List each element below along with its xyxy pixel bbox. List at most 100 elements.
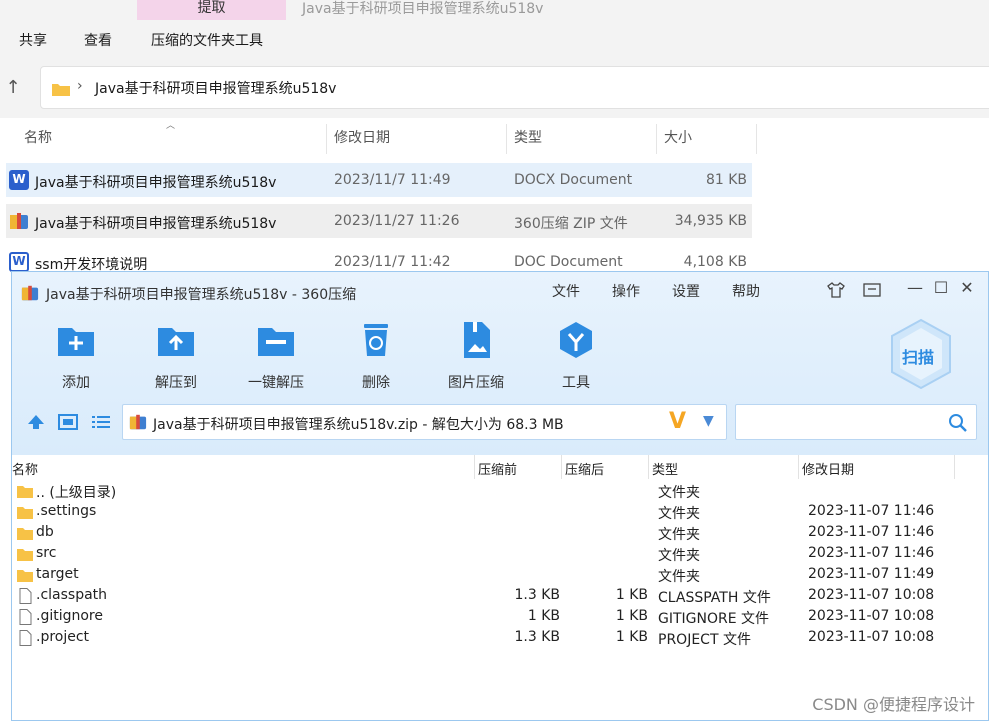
menu-help[interactable]: 帮助	[732, 281, 760, 301]
file-icon	[19, 609, 32, 625]
entry-date: 2023-11-07 11:46	[808, 545, 935, 561]
column-divider	[506, 124, 507, 154]
up-level-icon[interactable]	[26, 414, 46, 430]
image-compress-icon	[464, 322, 490, 358]
zip-col-date[interactable]: 修改日期	[802, 459, 854, 478]
ribbon-tab-share[interactable]: 共享	[19, 30, 47, 50]
zip-app-icon	[21, 285, 39, 301]
zip-list-row[interactable]: .project 1.3 KB 1 KB PROJECT 文件 2023-11-…	[12, 628, 988, 649]
toolbar-tools-label: 工具	[562, 375, 590, 391]
minimize-icon[interactable]: —	[905, 278, 925, 297]
zip-col-type[interactable]: 类型	[652, 459, 678, 478]
zip-list-row[interactable]: .settings 文件夹 2023-11-07 11:46	[12, 502, 988, 523]
explorer-col-size[interactable]: 大小	[664, 124, 692, 154]
explorer-address-bar[interactable]: › Java基于科研项目申报管理系统u518v	[40, 66, 989, 109]
column-divider	[656, 124, 657, 154]
zip-list-row[interactable]: target 文件夹 2023-11-07 11:49	[12, 565, 988, 586]
entry-original-size: 1 KB	[527, 608, 560, 624]
toolbar-add-label: 添加	[62, 375, 90, 391]
file-name: Java基于科研项目申报管理系统u518v	[35, 216, 277, 232]
list-view-icon[interactable]	[91, 414, 111, 430]
chevron-right-icon: ›	[77, 78, 83, 94]
folder-icon	[17, 507, 33, 519]
zip-col-packed-size[interactable]: 压缩后	[565, 459, 604, 478]
zip-list-row[interactable]: .gitignore 1 KB 1 KB GITIGNORE 文件 2023-1…	[12, 607, 988, 628]
extract-to-icon	[158, 328, 194, 356]
entry-date: 2023-11-07 11:46	[808, 503, 935, 519]
entry-type: GITIGNORE 文件	[658, 611, 770, 627]
zip-list-row[interactable]: src 文件夹 2023-11-07 11:46	[12, 544, 988, 565]
entry-name: db	[36, 524, 54, 540]
close-icon[interactable]: ✕	[957, 278, 977, 297]
maximize-icon[interactable]: ☐	[931, 278, 951, 297]
add-icon	[58, 328, 94, 356]
thumbnail-view-icon[interactable]	[58, 414, 78, 430]
zip-list-header: 名称 压缩前 压缩后 类型 修改日期	[12, 455, 988, 479]
explorer-col-type[interactable]: 类型	[514, 124, 542, 154]
entry-type: PROJECT 文件	[658, 632, 751, 648]
entry-type: 文件夹	[658, 485, 700, 501]
chevron-down-icon[interactable]: ▼	[703, 413, 714, 429]
file-size: 34,935 KB	[674, 213, 747, 229]
v-logo-icon[interactable]: V	[669, 409, 686, 434]
entry-type: 文件夹	[658, 527, 700, 543]
zip-archive-icon	[129, 414, 147, 430]
skin-shirt-icon[interactable]	[826, 280, 846, 300]
zip-window-title: Java基于科研项目申报管理系统u518v - 360压缩	[46, 287, 357, 303]
menu-operation[interactable]: 操作	[612, 281, 640, 301]
toolbar-delete-button[interactable]: 删除	[336, 320, 416, 392]
entry-packed-size: 1 KB	[615, 608, 648, 624]
file-date: 2023/11/7 11:49	[334, 172, 451, 188]
up-arrow-icon[interactable]: ↑	[4, 78, 22, 98]
toolbar-image-compress-button[interactable]: 图片压缩	[436, 320, 516, 392]
feedback-icon[interactable]	[862, 280, 882, 300]
toolbar-extract-to-button[interactable]: 解压到	[136, 320, 216, 392]
toolbar-delete-label: 删除	[362, 375, 390, 391]
column-divider	[954, 455, 955, 479]
entry-type: CLASSPATH 文件	[658, 590, 771, 606]
toolbar-tools-button[interactable]: 工具	[536, 320, 616, 392]
extract-tab[interactable]: 提取	[137, 0, 286, 20]
entry-name: .project	[36, 629, 90, 645]
column-divider	[648, 455, 649, 479]
zip-col-original-size[interactable]: 压缩前	[478, 459, 517, 478]
explorer-col-name[interactable]: 名称	[24, 124, 52, 154]
entry-date: 2023-11-07 10:08	[808, 587, 935, 603]
zip-search-input[interactable]	[735, 404, 977, 440]
toolbar-add-button[interactable]: 添加	[36, 320, 116, 392]
zip-list-row[interactable]: .classpath 1.3 KB 1 KB CLASSPATH 文件 2023…	[12, 586, 988, 607]
explorer-file-row[interactable]: Java基于科研项目申报管理系统u518v 2023/11/27 11:26 3…	[6, 204, 752, 238]
ribbon-tab-compressed-folder-tools[interactable]: 压缩的文件夹工具	[151, 30, 263, 50]
ribbon-tab-view[interactable]: 查看	[84, 30, 112, 50]
file-type: DOC Document	[514, 254, 623, 270]
column-divider	[756, 124, 757, 154]
sort-ascending-icon: ︿	[166, 121, 176, 131]
folder-icon	[17, 570, 33, 582]
search-icon[interactable]	[948, 413, 968, 433]
zip-path-text: Java基于科研项目申报管理系统u518v.zip - 解包大小为 68.3 M…	[153, 417, 564, 433]
entry-packed-size: 1 KB	[615, 629, 648, 645]
entry-original-size: 1.3 KB	[514, 629, 561, 645]
explorer-ribbon: 共享 查看 压缩的文件夹工具	[0, 20, 989, 60]
zip-list-row[interactable]: .. (上级目录) 文件夹	[12, 481, 988, 502]
menu-settings[interactable]: 设置	[672, 281, 700, 301]
file-name: Java基于科研项目申报管理系统u518v	[35, 175, 277, 191]
word-icon: W	[9, 170, 29, 190]
toolbar-one-click-extract-button[interactable]: 一键解压	[236, 320, 316, 392]
zip-list-row[interactable]: db 文件夹 2023-11-07 11:46	[12, 523, 988, 544]
zip-window: Java基于科研项目申报管理系统u518v - 360压缩 文件 操作 设置 帮…	[11, 271, 989, 721]
explorer-address-path: Java基于科研项目申报管理系统u518v	[95, 81, 337, 97]
zip-col-name[interactable]: 名称	[12, 459, 38, 478]
one-click-extract-icon	[258, 328, 294, 356]
explorer-col-date[interactable]: 修改日期	[334, 124, 390, 154]
menu-file[interactable]: 文件	[552, 281, 580, 301]
scan-label: 扫描	[902, 348, 935, 367]
file-icon	[19, 630, 32, 646]
explorer-window-title: Java基于科研项目申报管理系统u518v	[302, 1, 544, 17]
toolbar-image-compress-label: 图片压缩	[448, 375, 504, 391]
explorer-file-row[interactable]: W Java基于科研项目申报管理系统u518v 2023/11/7 11:49 …	[6, 163, 752, 197]
tools-icon	[560, 322, 592, 358]
zip-path-bar[interactable]: Java基于科研项目申报管理系统u518v.zip - 解包大小为 68.3 M…	[122, 404, 727, 440]
file-icon	[19, 588, 32, 604]
folder-icon	[17, 549, 33, 561]
